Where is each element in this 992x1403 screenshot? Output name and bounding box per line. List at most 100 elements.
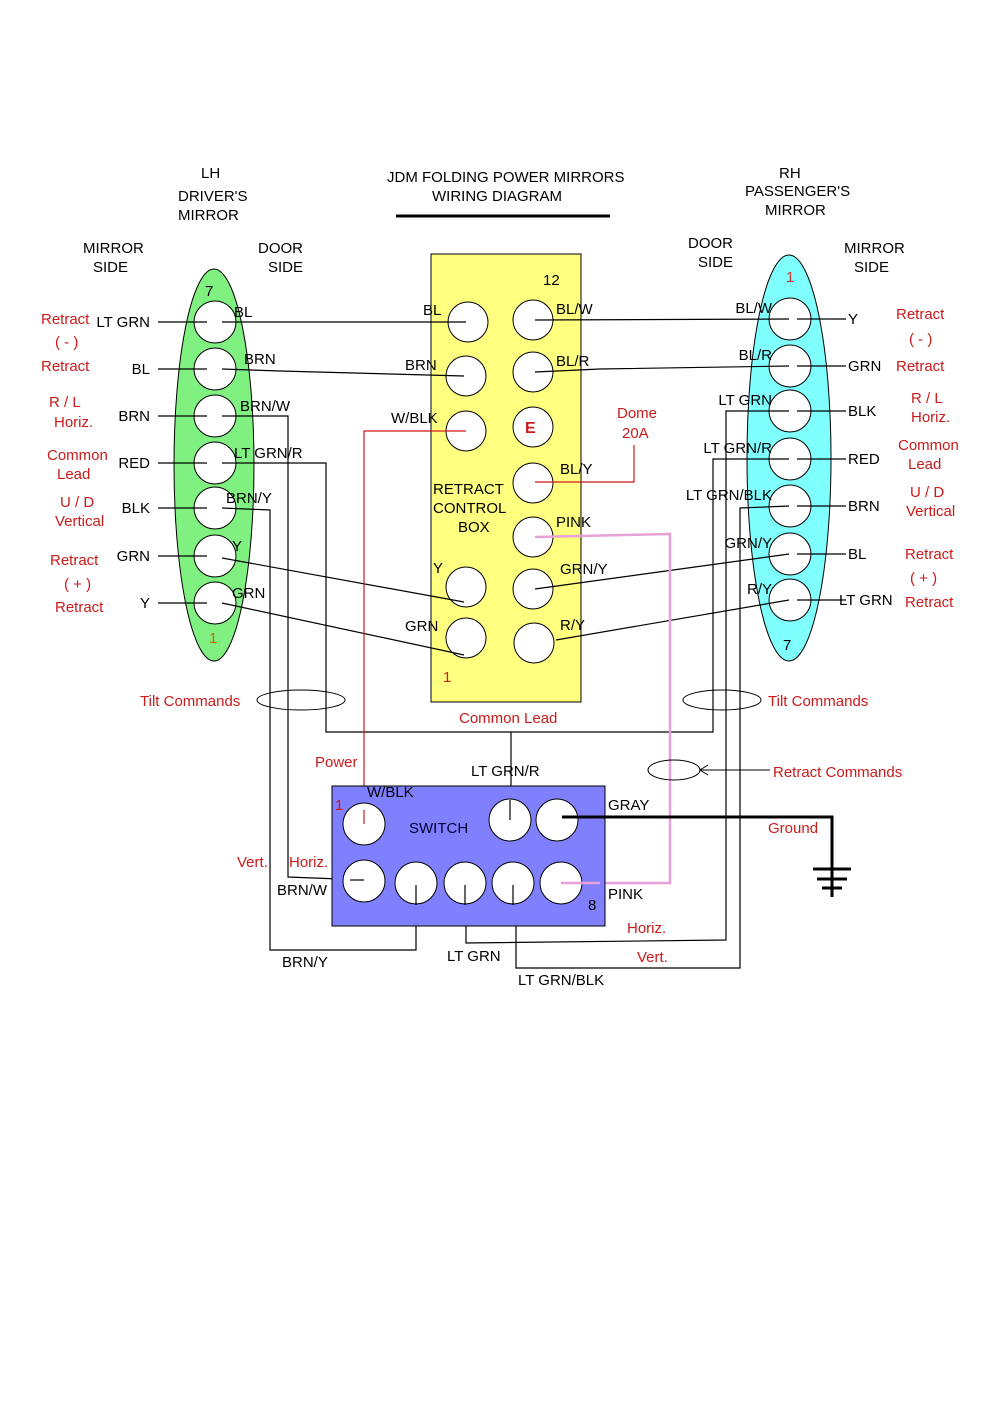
rh-func-horiz-1: R / L [911, 390, 943, 407]
lh-door-wire-label: GRN [232, 585, 265, 602]
switch-wire-lt-grn-blk: LT GRN/BLK [518, 972, 604, 989]
switch-pin-last-number: 8 [588, 897, 596, 914]
lh-header-3: MIRROR [178, 207, 239, 224]
tilt-commands-right: Tilt Commands [768, 693, 868, 710]
box-pin [445, 566, 487, 608]
common-lead-label: Common Lead [459, 710, 557, 727]
rh-func-common-1: Common [898, 437, 959, 454]
lh-door-side-2: SIDE [268, 259, 303, 276]
box-wire-w-blk: W/BLK [391, 410, 438, 427]
vert-left-label: Vert. [237, 854, 268, 871]
wire-r-y [555, 599, 790, 641]
lh-func-common-1: Common [47, 447, 108, 464]
title-line-2: WIRING DIAGRAM [432, 188, 562, 205]
lh-mirror-wire-label: LT GRN [96, 314, 150, 331]
rh-door-wire-label: R/Y [747, 581, 772, 598]
box-pin [513, 622, 555, 664]
box-wire-grn-y: GRN/Y [560, 561, 608, 578]
horiz-right-label: Horiz. [627, 920, 666, 937]
lh-door-wire-label: BRN [244, 351, 276, 368]
box-wire-r-y: R/Y [560, 617, 585, 634]
rh-header-2: PASSENGER'S [745, 183, 850, 200]
lh-door-wire-label: BRN/W [240, 398, 291, 415]
rh-func-horiz-2: Horiz. [911, 409, 950, 426]
lh-mirror-side-2: SIDE [93, 259, 128, 276]
rh-pin-bottom-number: 7 [783, 637, 791, 654]
rh-door-side-1: DOOR [688, 235, 733, 252]
rh-func-retract-pos-2: ( + ) [910, 570, 937, 587]
switch-wire-brn-y: BRN/Y [282, 954, 328, 971]
switch-label: SWITCH [409, 820, 468, 837]
lh-door-side-1: DOOR [258, 240, 303, 257]
box-earth-label: E [525, 420, 536, 437]
lh-func-horiz-1: R / L [49, 394, 81, 411]
rh-door-wire-label: BL/R [739, 347, 773, 364]
lh-header-1: LH [201, 165, 220, 182]
box-wire-brn: BRN [405, 357, 437, 374]
box-wire-bl-y: BL/Y [560, 461, 593, 478]
lh-mirror-wire-label: BRN [118, 408, 150, 425]
lh-door-wire-label: BRN/Y [226, 490, 272, 507]
power-label: Power [315, 754, 358, 771]
rh-mirror-wire-label: BL [848, 546, 866, 563]
lh-func-retract-pos-2: ( + ) [64, 576, 91, 593]
ground-label: Ground [768, 820, 818, 837]
box-label-1: RETRACT [433, 481, 504, 498]
vert-right-label: Vert. [637, 949, 668, 966]
wiring-diagram: JDM FOLDING POWER MIRRORS WIRING DIAGRAM… [41, 165, 959, 989]
switch-pin-first-number: 1 [335, 797, 343, 814]
lh-func-common-2: Lead [57, 466, 90, 483]
box-pin-top-number: 12 [543, 272, 560, 289]
rh-door-wire-label: GRN/Y [724, 535, 772, 552]
lh-func-vert-1: U / D [60, 494, 94, 511]
lh-func-retract-neg-1: Retract [41, 311, 90, 328]
box-label-2: CONTROL [433, 500, 506, 517]
rh-mirror-wire-label: Y [848, 311, 858, 328]
rh-func-retract-pos-3: Retract [905, 594, 954, 611]
switch-wire-gray: GRAY [608, 797, 649, 814]
box-pin [512, 568, 554, 610]
box-pin-bottom-number: 1 [443, 669, 451, 686]
lh-mirror-wire-label: GRN [117, 548, 150, 565]
retract-bundle [647, 759, 701, 781]
switch-wire-brn-w: BRN/W [277, 882, 328, 899]
tilt-bundle-right [682, 689, 762, 711]
rh-mirror-wire-label: BRN [848, 498, 880, 515]
retract-commands-label: Retract Commands [773, 764, 902, 781]
switch-wire-pink: PINK [608, 886, 643, 903]
switch-wire-w-blk: W/BLK [367, 784, 414, 801]
rh-door-side-2: SIDE [698, 254, 733, 271]
dome-label-2: 20A [622, 425, 649, 442]
box-label-3: BOX [458, 519, 490, 536]
lh-mirror-wire-label: Y [140, 595, 150, 612]
title-line-1: JDM FOLDING POWER MIRRORS [387, 169, 625, 186]
lh-door-wire-label: BL [234, 304, 252, 321]
lh-door-wire-label: Y [232, 538, 242, 555]
lh-func-vert-2: Vertical [55, 513, 104, 530]
dome-label-1: Dome [617, 405, 657, 422]
rh-mirror-side-1: MIRROR [844, 240, 905, 257]
switch-wire-lt-grn-r: LT GRN/R [471, 763, 540, 780]
rh-door-wire-label: LT GRN/BLK [686, 487, 772, 504]
switch-pin [342, 859, 386, 903]
box-pin [512, 462, 554, 504]
rh-door-wire-label: LT GRN/R [703, 440, 772, 457]
rh-func-vert-2: Vertical [906, 503, 955, 520]
lh-func-retract-pos-3: Retract [55, 599, 104, 616]
box-wire-pink: PINK [556, 514, 591, 531]
rh-func-retract-neg-2: ( - ) [909, 331, 932, 348]
lh-mirror-wire-label: RED [118, 455, 150, 472]
rh-mirror-wire-label: BLK [848, 403, 876, 420]
box-wire-bl-r: BL/R [556, 353, 590, 370]
rh-door-wire-label: BL/W [735, 300, 773, 317]
lh-func-retract-pos-1: Retract [50, 552, 99, 569]
lh-func-retract-neg-2: ( - ) [55, 334, 78, 351]
lh-func-horiz-2: Horiz. [54, 414, 93, 431]
rh-header-3: MIRROR [765, 202, 826, 219]
rh-func-common-2: Lead [908, 456, 941, 473]
rh-func-vert-1: U / D [910, 484, 944, 501]
rh-door-wire-label: LT GRN [718, 392, 772, 409]
lh-header-2: DRIVER'S [178, 188, 248, 205]
box-wire-bl-w: BL/W [556, 301, 594, 318]
rh-func-retract-pos-1: Retract [905, 546, 954, 563]
